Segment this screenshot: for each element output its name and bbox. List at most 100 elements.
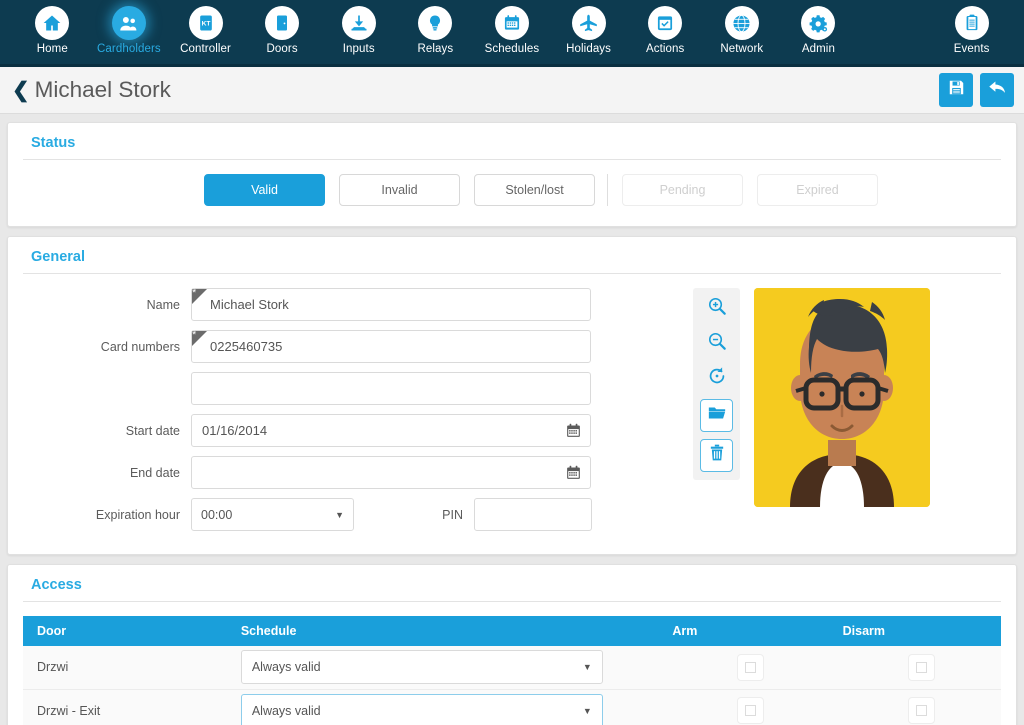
back-chevron-icon[interactable]: ❮ (12, 80, 30, 101)
nav-label-relays: Relays (417, 43, 454, 55)
cell-arm-1 (658, 689, 829, 725)
nav-item-relays[interactable]: Relays (397, 6, 474, 55)
calendar-icon (494, 6, 529, 40)
nav-label-network: Network (720, 43, 764, 55)
top-navigation-bar: Home Cardholders KT Controller Doors Inp… (0, 0, 1024, 67)
card-number-2-wrap (191, 372, 591, 405)
disarm-checkbox-1[interactable] (908, 697, 936, 725)
undo-button[interactable] (980, 73, 1014, 107)
access-card: Access Door Schedule Arm Disarm Drzwi Al… (7, 564, 1017, 725)
page-content: Status Valid Invalid Stolen/lost Pending… (0, 114, 1024, 725)
column-header-schedule: Schedule (226, 616, 659, 646)
cell-door-0: Drzwi (23, 646, 227, 690)
schedule-value-1: Always valid (251, 703, 321, 718)
start-date-input[interactable] (191, 414, 591, 447)
end-date-input[interactable] (191, 456, 591, 489)
nav-label-inputs: Inputs (342, 43, 375, 55)
nav-item-home[interactable]: Home (14, 6, 91, 55)
cardholder-photo (754, 288, 930, 507)
general-form-column: Name * Card numbers * (23, 288, 603, 540)
access-table: Door Schedule Arm Disarm Drzwi Always va… (23, 616, 1001, 725)
status-button-group: Valid Invalid Stolen/lost Pending Expire… (23, 174, 1001, 212)
arm-checkbox-1[interactable] (737, 697, 764, 725)
nav-item-schedules[interactable]: Schedules (474, 6, 551, 55)
zoom-in-button[interactable] (702, 294, 732, 322)
status-button-expired: Expired (757, 174, 878, 206)
cell-disarm-0 (828, 646, 1001, 690)
checkbox-inner (916, 661, 928, 673)
cell-schedule-1: Always valid ▼ (226, 689, 659, 725)
pin-label: PIN (442, 507, 463, 522)
nav-item-inputs[interactable]: Inputs (320, 6, 397, 55)
calendar-icon-start-date[interactable] (565, 422, 582, 444)
nav-item-doors[interactable]: Doors (244, 6, 321, 55)
nav-item-actions[interactable]: Actions (627, 6, 704, 55)
delete-photo-button[interactable] (700, 439, 733, 472)
nav-item-admin[interactable]: Admin (780, 6, 857, 55)
nav-label-actions: Actions (645, 43, 685, 55)
photo-area (693, 288, 930, 540)
status-section-title: Status (23, 135, 1001, 160)
nav-item-controller[interactable]: KT Controller (167, 6, 244, 55)
status-button-valid[interactable]: Valid (204, 174, 325, 206)
schedule-value-0: Always valid (251, 660, 321, 675)
expiration-hour-select[interactable]: 00:00 ▼ (191, 498, 354, 531)
schedule-select-0[interactable]: Always valid ▼ (240, 650, 603, 685)
nav-item-network[interactable]: Network (703, 6, 780, 55)
users-icon (111, 6, 146, 40)
column-header-arm: Arm (658, 616, 829, 646)
plane-icon (571, 6, 606, 40)
chevron-down-icon-schedule-0: ▼ (582, 662, 592, 673)
check-cal-icon (648, 6, 683, 40)
nav-label-home: Home (36, 43, 68, 55)
svg-text:KT: KT (201, 21, 210, 28)
status-button-stolen-lost[interactable]: Stolen/lost (474, 174, 595, 206)
cell-arm-0 (658, 646, 829, 690)
schedule-select-1[interactable]: Always valid ▼ (240, 693, 603, 725)
download-icon (341, 6, 376, 40)
card-number-2-input[interactable] (191, 372, 591, 405)
trash-icon (707, 443, 727, 468)
table-row: Drzwi Always valid ▼ (23, 646, 1001, 690)
column-header-disarm: Disarm (828, 616, 1001, 646)
checkbox-inner (745, 661, 756, 673)
expiration-hour-label: Expiration hour (95, 507, 180, 522)
save-icon (947, 78, 966, 102)
status-divider (607, 174, 608, 206)
card-number-1-input[interactable] (191, 330, 591, 363)
checkbox-inner (745, 705, 756, 717)
undo-arrow-icon (987, 77, 1008, 103)
access-header-row: Door Schedule Arm Disarm (23, 616, 1001, 646)
home-icon (35, 6, 70, 40)
status-button-invalid[interactable]: Invalid (339, 174, 460, 206)
nav-item-holidays[interactable]: Holidays (550, 6, 627, 55)
door-icon (265, 6, 300, 40)
end-date-wrap (191, 456, 591, 489)
chevron-down-icon-expiration-hour: ▼ (335, 509, 344, 520)
zoom-out-button[interactable] (702, 329, 732, 357)
nav-label-cardholders: Cardholders (97, 43, 161, 55)
card-number-1-wrap: * (191, 330, 591, 363)
pin-input[interactable] (474, 498, 592, 531)
name-label: Name (146, 297, 180, 312)
access-table-body: Drzwi Always valid ▼ Drzwi - Exit Always… (23, 646, 1001, 725)
globe-icon (724, 6, 759, 40)
nav-item-cardholders[interactable]: Cardholders (91, 6, 168, 55)
rotate-icon (706, 365, 728, 392)
nav-item-events[interactable]: Events (933, 6, 1010, 55)
name-input[interactable] (191, 288, 591, 321)
open-photo-button[interactable] (700, 399, 733, 432)
cell-schedule-0: Always valid ▼ (226, 646, 659, 690)
row-expiration-hour: Expiration hour 00:00 ▼ PIN (23, 498, 603, 531)
nav-label-schedules: Schedules (484, 43, 540, 55)
nav-label-events: Events (953, 43, 990, 55)
rotate-button[interactable] (702, 364, 732, 392)
calendar-icon-end-date[interactable] (565, 464, 582, 486)
chevron-down-icon-schedule-1: ▼ (582, 705, 592, 716)
access-section-title: Access (23, 577, 1001, 602)
nav-label-holidays: Holidays (566, 43, 612, 55)
title-actions (939, 73, 1014, 107)
arm-checkbox-0[interactable] (737, 653, 764, 681)
disarm-checkbox-0[interactable] (908, 653, 936, 681)
save-button[interactable] (939, 73, 973, 107)
